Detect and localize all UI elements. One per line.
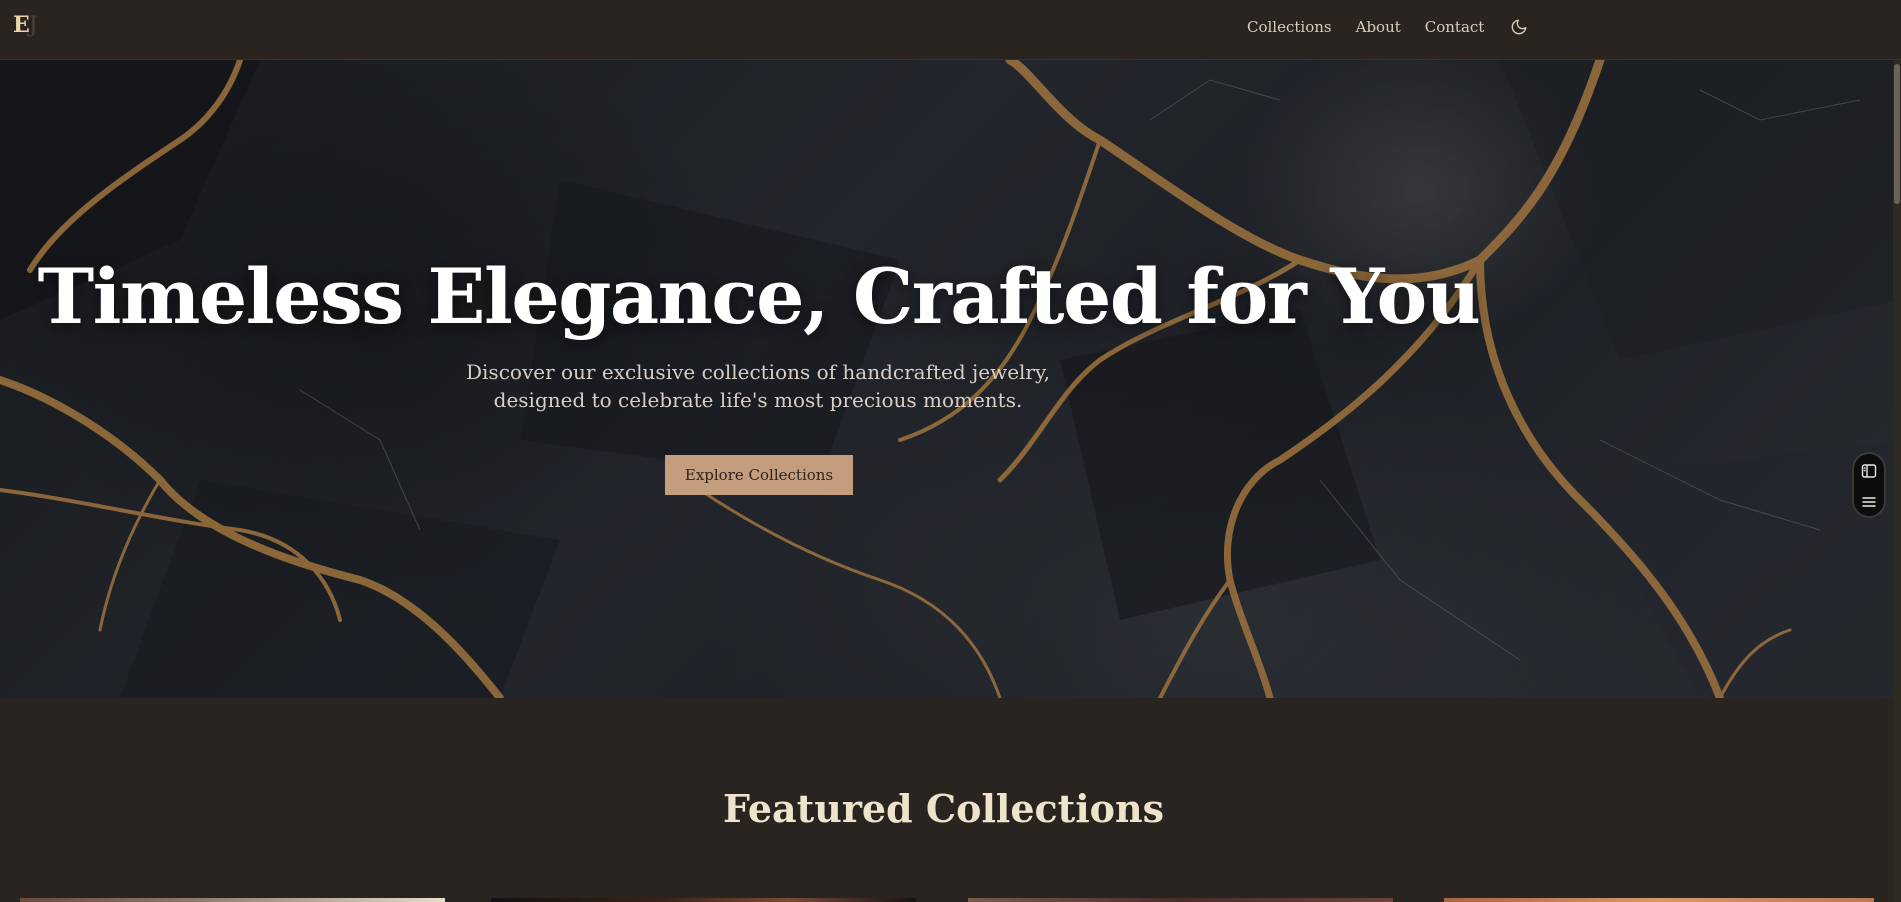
- explore-collections-button[interactable]: Explore Collections: [665, 455, 853, 495]
- brand-logo[interactable]: EJ: [13, 12, 38, 38]
- sidebar-panel-icon[interactable]: [1861, 463, 1877, 479]
- logo-letter: E: [13, 12, 30, 38]
- logo-tail: J: [28, 13, 38, 38]
- collection-card[interactable]: [20, 898, 445, 902]
- page-scrollbar[interactable]: [1893, 60, 1901, 902]
- nav-link-collections[interactable]: Collections: [1247, 18, 1332, 36]
- scrollbar-thumb[interactable]: [1894, 64, 1900, 204]
- nav-link-contact[interactable]: Contact: [1425, 18, 1485, 36]
- moon-icon[interactable]: [1510, 18, 1528, 36]
- hero-title: Timeless Elegance, Crafted for You: [37, 252, 1481, 341]
- hero-subtitle: Discover our exclusive collections of ha…: [408, 358, 1108, 414]
- hero-section: Timeless Elegance, Crafted for You Disco…: [0, 60, 1901, 698]
- collection-card[interactable]: [1444, 898, 1874, 902]
- hero-subtitle-line-1: Discover our exclusive collections of ha…: [466, 360, 1050, 384]
- collection-card[interactable]: [491, 898, 916, 902]
- hero-subtitle-line-2: designed to celebrate life's most precio…: [493, 388, 1023, 412]
- nav-links: Collections About Contact: [1247, 17, 1528, 36]
- top-navbar: EJ Collections About Contact: [0, 0, 1901, 60]
- featured-collections-heading: Featured Collections: [722, 786, 1164, 831]
- floating-side-widget: [1852, 452, 1886, 518]
- menu-lines-icon[interactable]: [1861, 494, 1877, 510]
- collection-card[interactable]: [968, 898, 1393, 902]
- nav-link-about[interactable]: About: [1356, 18, 1401, 36]
